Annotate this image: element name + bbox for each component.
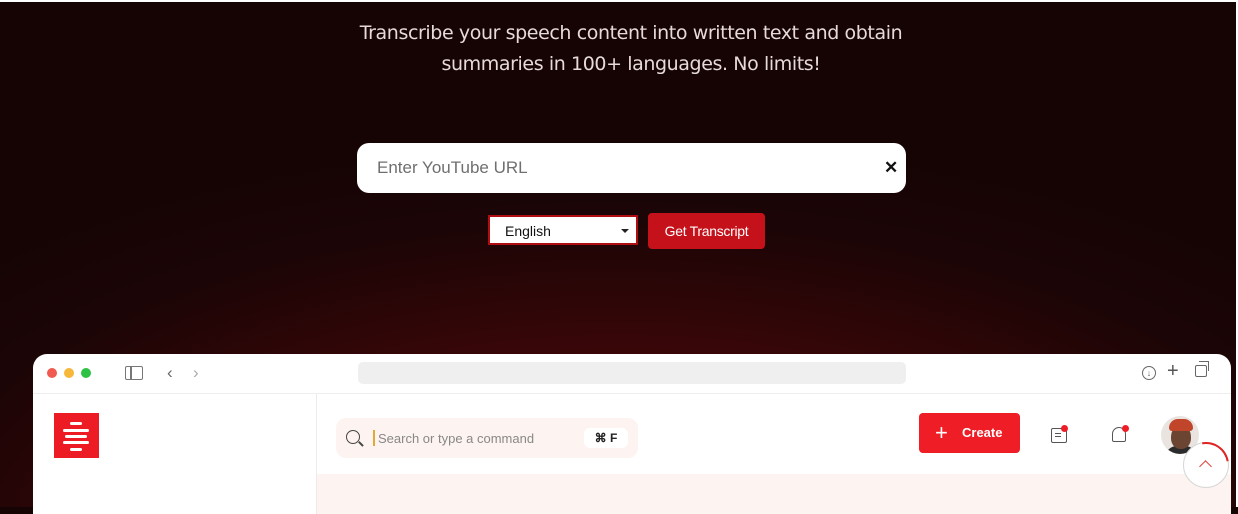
sidebar-toggle-icon <box>125 366 143 380</box>
shortcut-badge: ⌘ F <box>584 428 628 448</box>
subtitle-line-2: summaries in 100+ languages. No limits! <box>441 53 821 75</box>
youtube-url-input[interactable] <box>357 143 857 193</box>
top-edge <box>0 0 1238 2</box>
text-cursor <box>373 430 375 446</box>
clear-url-button[interactable]: ✕ <box>884 159 898 176</box>
language-select[interactable]: English <box>488 215 638 245</box>
window-minimize-dot <box>64 368 74 378</box>
search-placeholder: Search or type a command <box>378 431 535 446</box>
back-icon: ‹ <box>167 363 173 382</box>
create-label: Create <box>962 425 1003 440</box>
app-preview-window: ‹ › ↓ + Search or type a command ⌘ F + C… <box>33 354 1231 514</box>
new-tab-icon: + <box>1167 360 1179 382</box>
url-field-container: ✕ <box>357 143 906 193</box>
download-icon: ↓ <box>1142 366 1156 380</box>
forward-icon: › <box>193 363 199 382</box>
logo-icon <box>54 413 99 458</box>
create-button[interactable]: + Create <box>919 413 1020 453</box>
address-bar <box>358 362 906 384</box>
scroll-to-top-button[interactable] <box>1173 432 1238 498</box>
search-icon <box>346 430 360 444</box>
message-notification-dot <box>1061 425 1068 432</box>
window-maximize-dot <box>81 368 91 378</box>
bell-notification-dot <box>1122 425 1129 432</box>
window-close-dot <box>47 368 57 378</box>
app-content <box>317 474 1231 514</box>
tabs-icon <box>1195 361 1209 377</box>
browser-toolbar: ‹ › ↓ + <box>33 354 1231 394</box>
get-transcript-button[interactable]: Get Transcript <box>648 213 765 249</box>
subtitle-line-1: Transcribe your speech content into writ… <box>359 22 903 44</box>
command-search[interactable]: Search or type a command ⌘ F <box>336 418 638 458</box>
plus-icon: + <box>935 420 948 445</box>
hero-subtitle: Transcribe your speech content into writ… <box>0 18 1238 80</box>
chevron-down-icon <box>621 229 629 233</box>
language-selected-value: English <box>505 223 551 239</box>
app-sidebar <box>33 394 317 514</box>
